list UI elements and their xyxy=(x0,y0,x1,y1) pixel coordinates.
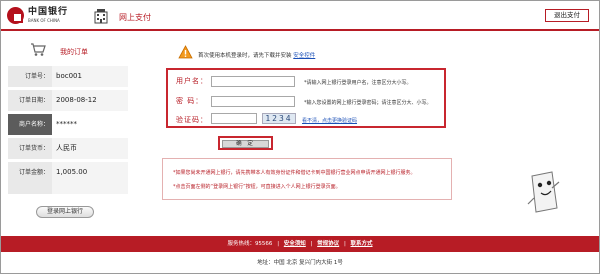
captcha-label: 验证码： xyxy=(176,116,208,124)
username-label: 用户名： xyxy=(176,77,208,85)
footer-address: 地址：中国 北京 复兴门内大街 1号 xyxy=(257,260,343,266)
refresh-captcha-link[interactable]: 看不清，点击更换验证码 xyxy=(302,117,357,124)
security-notice: 首次使用本机登录时，请先下载并安装 安全控件 xyxy=(198,51,315,59)
footer-link-security[interactable]: 安全须知 xyxy=(284,241,306,247)
building-icon xyxy=(94,9,108,24)
order-row-value: 人民币 xyxy=(52,138,128,159)
login-online-banking-button[interactable]: 登录网上银行 xyxy=(36,206,94,218)
order-row-label: 订单货币： xyxy=(18,145,49,152)
order-row-label: 订单号： xyxy=(24,73,49,80)
footer-bar: 服务热线：95566 | 安全须知 | 常规协议 | 联系方式 xyxy=(1,236,599,252)
order-row-value: 1,005.00 xyxy=(52,162,128,194)
password-input[interactable] xyxy=(211,96,295,107)
order-row-value: ****** xyxy=(52,114,128,135)
header: 中国银行 BANK OF CHINA 网上支付 退出支付 xyxy=(1,1,599,31)
order-info-table: 订单号： boc001 订单日期： 2008-08-12 商户名称： *****… xyxy=(8,66,128,197)
footer-separator: | xyxy=(310,241,313,247)
bank-name-en: BANK OF CHINA xyxy=(28,18,60,23)
tips-box: *如果您尚未开通网上银行，请先携带本人有效身份证件和借记卡到中国银行营业网点申请… xyxy=(162,158,452,200)
tip-line: *如果您尚未开通网上银行，请先携带本人有效身份证件和借记卡到中国银行营业网点申请… xyxy=(173,170,416,176)
order-row: 订单金额： 1,005.00 xyxy=(8,162,128,194)
exit-payment-button[interactable]: 退出支付 xyxy=(545,9,589,22)
shopping-cart-icon xyxy=(31,43,46,56)
tip-line: *点击页面左侧的“登录网上银行”按钮，可直接进入个人网上银行登录页面。 xyxy=(173,184,341,190)
order-row-value: 2008-08-12 xyxy=(52,90,128,111)
service-hotline: 服务热线：95566 xyxy=(227,241,273,247)
order-row-label: 订单金额： xyxy=(18,169,49,176)
password-label: 密 码： xyxy=(176,97,204,105)
password-hint: *输入您设置的网上银行登录密码；请注意区分大、小写。 xyxy=(304,100,432,106)
page-title: 网上支付 xyxy=(119,13,151,22)
order-row: 订单号： boc001 xyxy=(8,66,128,87)
order-row: 订单日期： 2008-08-12 xyxy=(8,90,128,111)
captcha-input[interactable] xyxy=(211,113,257,124)
notice-text: 首次使用本机登录时，请先下载并安装 xyxy=(198,53,292,59)
footer-separator: | xyxy=(277,241,280,247)
order-row-label: 商户名称： xyxy=(8,114,52,135)
order-panel: 我的订单 订单号： boc001 订单日期： 2008-08-12 商户名称： … xyxy=(8,38,128,218)
bank-logo: 中国银行 BANK OF CHINA xyxy=(7,7,68,24)
order-row-label: 订单日期： xyxy=(18,97,49,104)
order-title: 我的订单 xyxy=(60,48,88,56)
username-hint: *请输入网上银行登录用户名，注意区分大小写。 xyxy=(304,80,412,86)
confirm-button[interactable]: 确 定 xyxy=(222,140,269,148)
boc-logo-icon xyxy=(7,7,24,24)
footer-separator: | xyxy=(343,241,346,247)
order-row-value: boc001 xyxy=(52,66,128,87)
warning-icon xyxy=(178,45,193,59)
username-input[interactable] xyxy=(211,76,295,87)
footer-link-agreement[interactable]: 常规协议 xyxy=(317,241,339,247)
security-control-link[interactable]: 安全控件 xyxy=(293,53,315,59)
bank-name-cn: 中国银行 xyxy=(28,7,69,17)
order-row: 订单货币： 人民币 xyxy=(8,138,128,159)
mascot-icon xyxy=(527,171,560,213)
captcha-image[interactable]: 1234 xyxy=(262,113,296,124)
confirm-button-highlight: 确 定 xyxy=(218,136,273,150)
footer-link-contact[interactable]: 联系方式 xyxy=(351,241,373,247)
login-form: 用户名： *请输入网上银行登录用户名，注意区分大小写。 密 码： *输入您设置的… xyxy=(166,68,446,128)
order-row: 商户名称： ****** xyxy=(8,114,128,135)
